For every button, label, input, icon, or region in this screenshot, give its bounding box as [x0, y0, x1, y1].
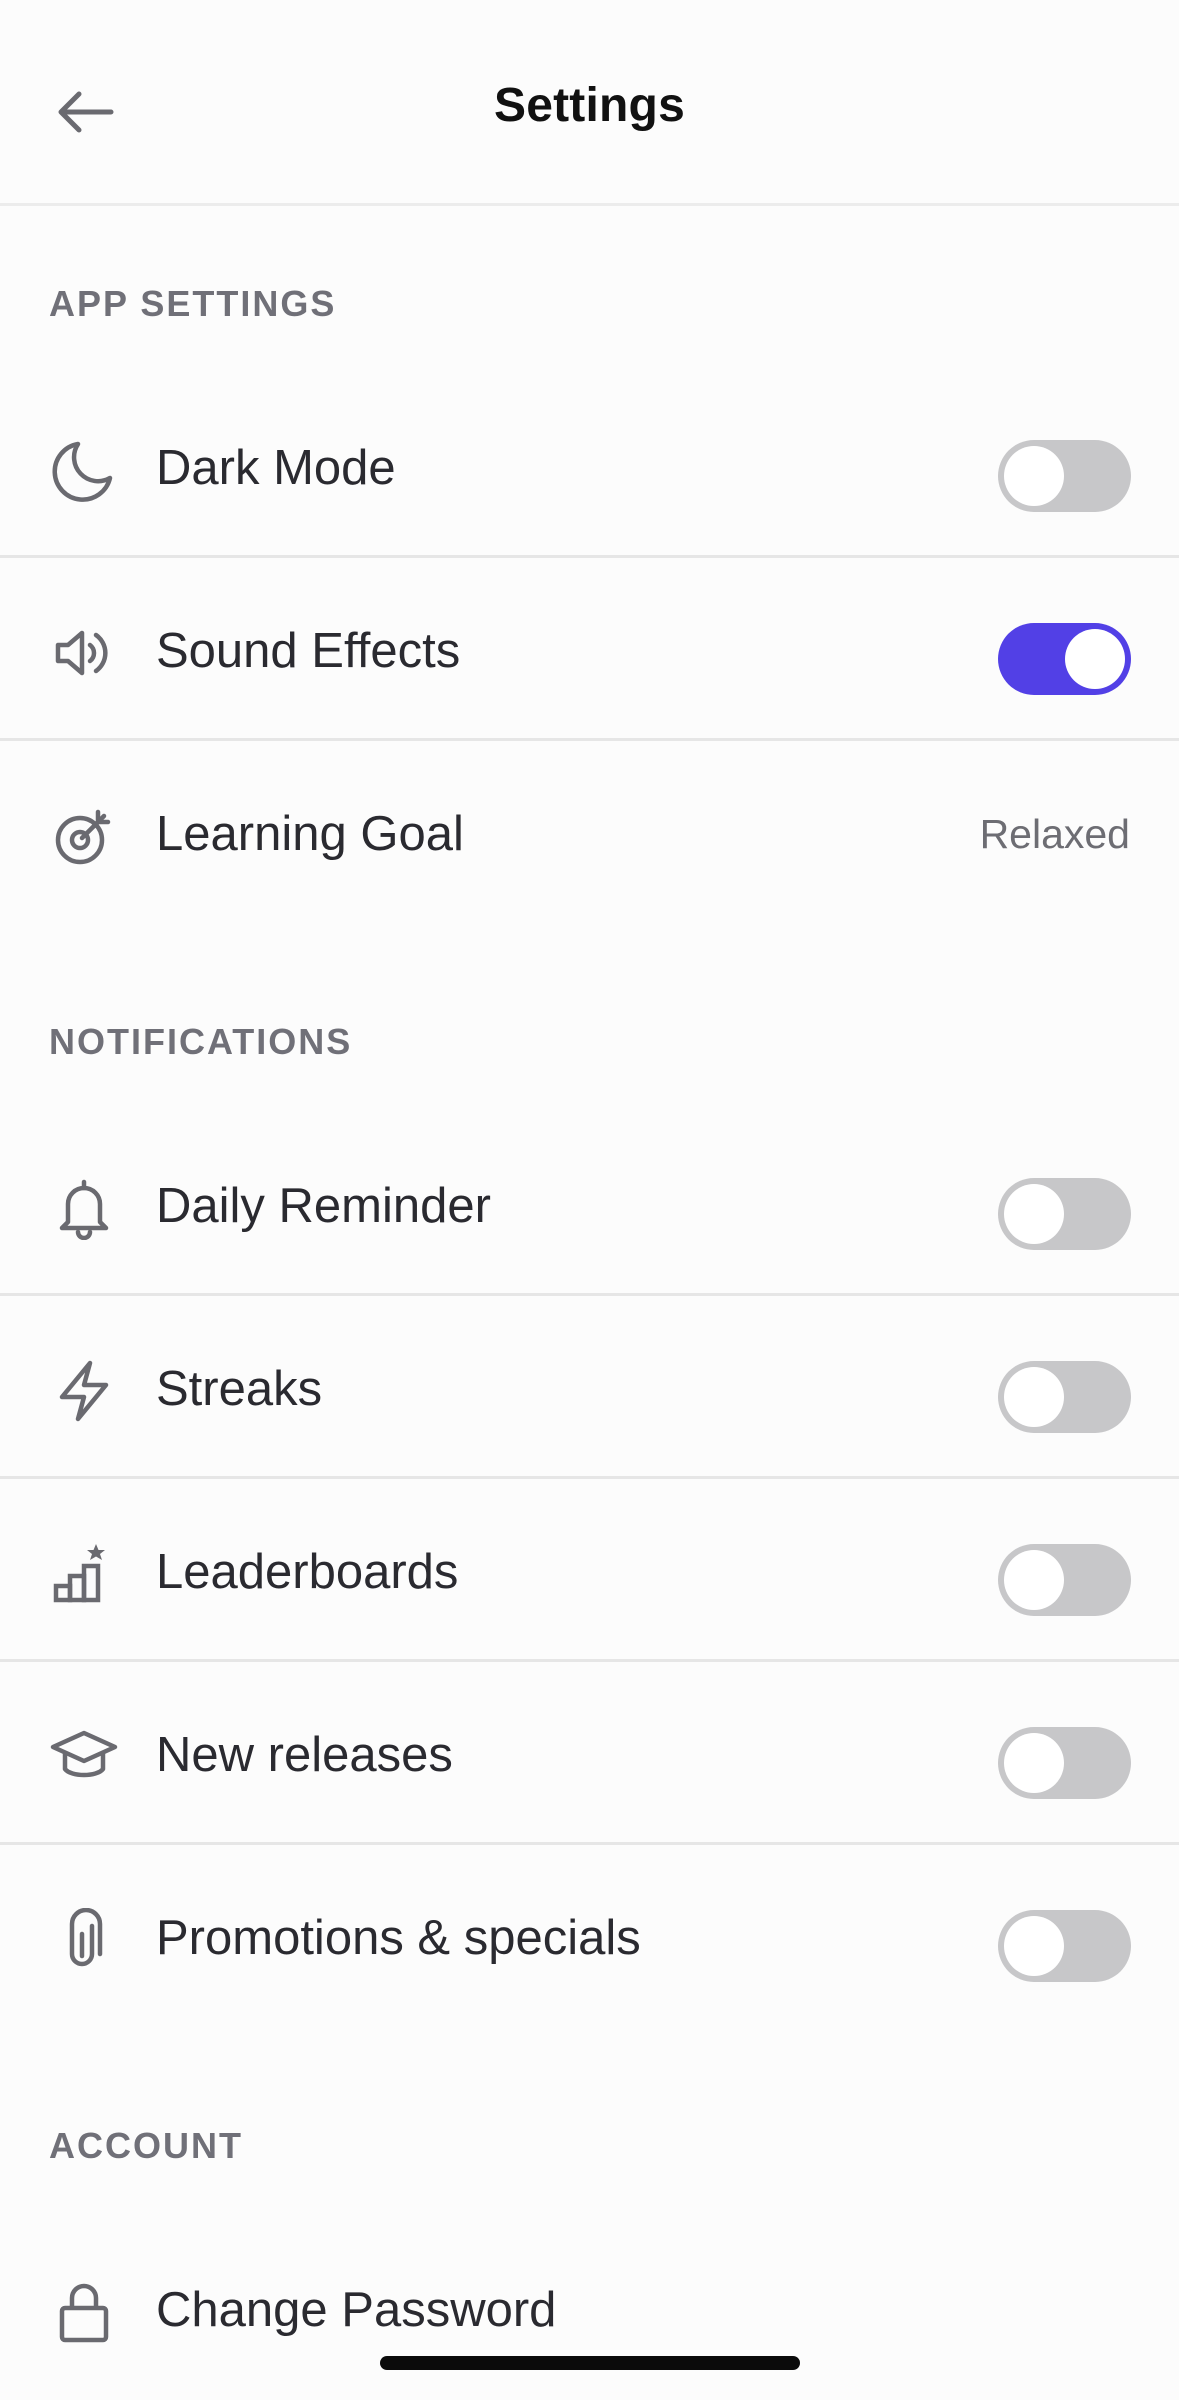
moon-icon [48, 434, 120, 506]
settings-row-sound-effects[interactable]: Sound Effects [0, 561, 1179, 741]
toggle-knob [1065, 629, 1125, 689]
lightning-icon [48, 1355, 120, 1427]
paperclip-icon [48, 1904, 120, 1976]
streaks-toggle[interactable] [998, 1361, 1131, 1433]
leaderboards-toggle[interactable] [998, 1544, 1131, 1616]
new-releases-toggle[interactable] [998, 1727, 1131, 1799]
promotions-toggle[interactable] [998, 1910, 1131, 1982]
new-releases-label: New releases [156, 1728, 453, 1782]
streaks-label: Streaks [156, 1362, 323, 1416]
settings-row-change-password[interactable]: Change Password [0, 2220, 1179, 2400]
settings-row-learning-goal[interactable]: Learning Goal Relaxed [0, 744, 1179, 924]
home-indicator [380, 2356, 800, 2370]
speaker-icon [48, 617, 120, 689]
section-header-app-settings: APP SETTINGS [49, 283, 337, 324]
learning-goal-value: Relaxed [979, 811, 1130, 857]
toggle-knob [1004, 1550, 1064, 1610]
promotions-label: Promotions & specials [156, 1911, 641, 1965]
graduation-cap-icon [48, 1721, 120, 1793]
toggle-knob [1004, 1367, 1064, 1427]
daily-reminder-label: Daily Reminder [156, 1179, 491, 1233]
leaderboards-label: Leaderboards [156, 1545, 459, 1599]
toggle-knob [1004, 446, 1064, 506]
change-password-label: Change Password [156, 2283, 557, 2337]
dark-mode-toggle[interactable] [998, 440, 1131, 512]
section-header-account: ACCOUNT [49, 2125, 243, 2166]
target-icon [48, 800, 120, 872]
dark-mode-label: Dark Mode [156, 441, 396, 495]
top-bar: Settings [0, 0, 1179, 206]
settings-row-promotions[interactable]: Promotions & specials [0, 1848, 1179, 2028]
toggle-knob [1004, 1184, 1064, 1244]
page-title: Settings [494, 79, 685, 132]
toggle-knob [1004, 1916, 1064, 1976]
sound-effects-label: Sound Effects [156, 624, 461, 678]
settings-row-daily-reminder[interactable]: Daily Reminder [0, 1116, 1179, 1296]
toggle-knob [1004, 1733, 1064, 1793]
sound-effects-toggle[interactable] [998, 623, 1131, 695]
learning-goal-label: Learning Goal [156, 807, 464, 861]
daily-reminder-toggle[interactable] [998, 1178, 1131, 1250]
bell-icon [48, 1172, 120, 1244]
settings-row-new-releases[interactable]: New releases [0, 1665, 1179, 1845]
settings-row-dark-mode[interactable]: Dark Mode [0, 378, 1179, 558]
leaderboard-icon [48, 1538, 120, 1610]
lock-icon [48, 2276, 120, 2348]
section-header-notifications: NOTIFICATIONS [49, 1021, 353, 1062]
settings-row-leaderboards[interactable]: Leaderboards [0, 1482, 1179, 1662]
settings-row-streaks[interactable]: Streaks [0, 1299, 1179, 1479]
